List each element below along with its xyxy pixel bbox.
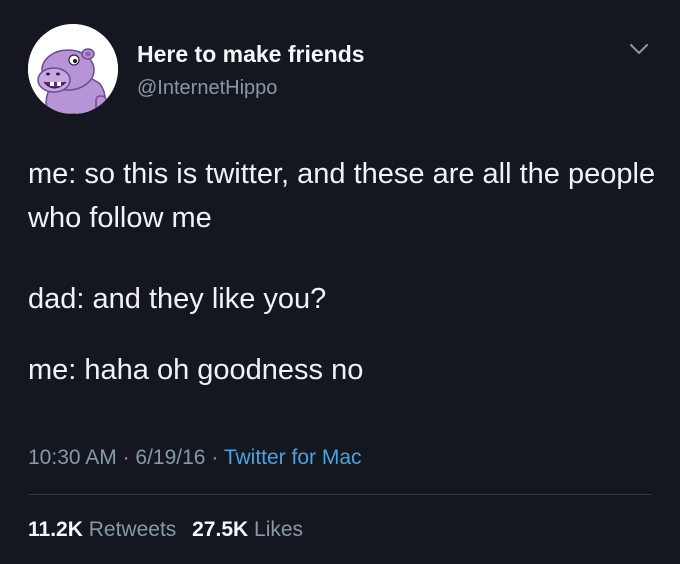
tweet-stats: 11.2K Retweets 27.5K Likes — [28, 515, 303, 545]
tweet-card: Here to make friends @InternetHippo me: … — [0, 0, 680, 564]
tweet-time: 10:30 AM — [28, 446, 117, 469]
retweets-count: 11.2K — [28, 518, 83, 541]
chevron-down-icon[interactable] — [626, 38, 652, 60]
separator: · — [211, 446, 219, 469]
avatar[interactable] — [28, 24, 118, 114]
separator: · — [122, 446, 130, 469]
retweets-stat[interactable]: 11.2K Retweets — [28, 518, 176, 541]
divider — [28, 494, 652, 495]
likes-label: Likes — [254, 518, 304, 541]
likes-count: 27.5K — [192, 518, 249, 541]
tweet-text-line: me: haha oh goodness no — [28, 354, 364, 386]
user-handle[interactable]: @InternetHippo — [137, 76, 277, 100]
tweet-metadata: 10:30 AM · 6/19/16 · Twitter for Mac — [28, 443, 362, 473]
display-name[interactable]: Here to make friends — [137, 40, 365, 68]
tweet-date: 6/19/16 — [135, 446, 206, 469]
retweets-label: Retweets — [88, 518, 177, 541]
tweet-text-line: dad: and they like you? — [28, 283, 327, 315]
likes-stat[interactable]: 27.5K Likes — [192, 518, 303, 541]
tweet-text-line: me: so this is twitter, and these are al… — [28, 158, 656, 234]
hippo-icon — [28, 24, 118, 114]
tweet-source-link[interactable]: Twitter for Mac — [224, 446, 362, 469]
